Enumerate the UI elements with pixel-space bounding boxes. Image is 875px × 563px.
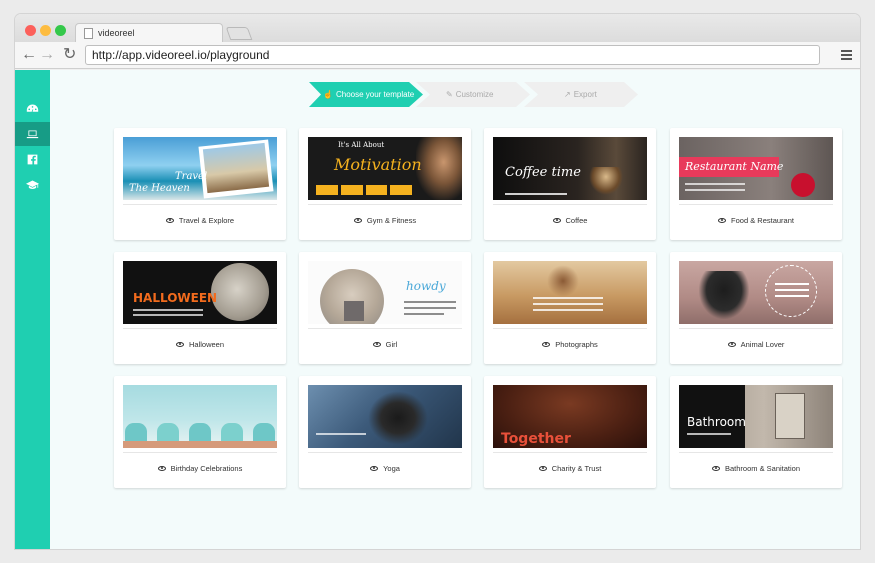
thumb-text: The Heaven	[129, 183, 190, 194]
eye-icon	[727, 341, 736, 347]
thumb-text: Together	[501, 431, 571, 447]
template-thumbnail: Coffee time	[493, 137, 647, 200]
template-label: Bathroom & Sanitation	[724, 464, 801, 473]
tab-title: videoreel	[98, 28, 135, 38]
template-card-yoga[interactable]: Yoga	[299, 376, 471, 488]
graduation-cap-icon[interactable]	[15, 172, 50, 196]
step-choose-template[interactable]: ☝ Choose your template	[309, 82, 423, 107]
step-export[interactable]: ↗ Export	[524, 82, 638, 107]
template-card-charity[interactable]: Together Charity & Trust	[484, 376, 656, 488]
eye-icon	[353, 217, 362, 223]
template-label: Girl	[385, 340, 398, 349]
template-card-birthday[interactable]: Birthday Celebrations	[114, 376, 286, 488]
template-label: Coffee	[565, 216, 588, 225]
thumb-text: Restaurant Name	[685, 160, 784, 173]
thumb-text: HALLOWEEN	[133, 291, 218, 305]
template-card-animal[interactable]: Animal Lover	[670, 252, 842, 364]
template-thumbnail	[679, 261, 833, 324]
template-label: Travel & Explore	[178, 216, 235, 225]
thumb-text: It's All About	[338, 141, 385, 149]
eye-icon	[711, 465, 720, 471]
thumb-text: Bathroom	[687, 415, 746, 429]
eye-icon	[718, 217, 727, 223]
template-label: Animal Lover	[740, 340, 785, 349]
eye-icon	[175, 341, 184, 347]
tab-bar: videoreel	[15, 14, 860, 43]
template-thumbnail: Bathroom	[679, 385, 833, 448]
template-thumbnail: Travel The Heaven	[123, 137, 277, 200]
close-window-button[interactable]	[25, 25, 36, 36]
template-label: Charity & Trust	[551, 464, 602, 473]
template-thumbnail: Restaurant Name	[679, 137, 833, 200]
app-content: ☝ Choose your template ✎ Customize ↗ Exp…	[15, 70, 860, 549]
template-thumbnail	[493, 261, 647, 324]
forward-arrow-icon[interactable]: →	[39, 46, 55, 64]
share-icon: ↗	[564, 90, 571, 99]
hand-pointer-icon: ☝	[323, 90, 333, 99]
template-thumbnail	[123, 385, 277, 448]
thumb-text: howdy	[406, 279, 446, 293]
edit-icon: ✎	[446, 90, 453, 99]
template-label: Yoga	[383, 464, 400, 473]
new-tab-button[interactable]	[225, 27, 253, 40]
laptop-icon[interactable]	[15, 122, 50, 146]
address-bar[interactable]: http://app.videoreel.io/playground	[85, 45, 820, 65]
step-customize[interactable]: ✎ Customize	[416, 82, 530, 107]
template-thumbnail: Together	[493, 385, 647, 448]
back-arrow-icon[interactable]: ←	[21, 46, 37, 64]
template-card-bathroom[interactable]: Bathroom Bathroom & Sanitation	[670, 376, 842, 488]
template-thumbnail: HALLOWEEN	[123, 261, 277, 324]
template-label: Photographs	[555, 340, 598, 349]
dashboard-icon[interactable]	[15, 96, 50, 120]
eye-icon	[552, 217, 561, 223]
sidebar	[15, 70, 50, 549]
eye-icon	[370, 465, 379, 471]
eye-icon	[542, 341, 551, 347]
eye-icon	[157, 465, 166, 471]
eye-icon	[372, 341, 381, 347]
template-thumbnail: howdy	[308, 261, 462, 324]
template-card-photographs[interactable]: Photographs	[484, 252, 656, 364]
eye-icon	[538, 465, 547, 471]
template-card-gym[interactable]: It's All About Motivation Gym & Fitness	[299, 128, 471, 240]
template-card-halloween[interactable]: HALLOWEEN Halloween	[114, 252, 286, 364]
facebook-icon[interactable]	[15, 147, 50, 171]
template-label: Gym & Fitness	[366, 216, 417, 225]
browser-window: videoreel ← → ↻ http://app.videoreel.io/…	[15, 14, 860, 549]
maximize-window-button[interactable]	[55, 25, 66, 36]
browser-toolbar: ← → ↻ http://app.videoreel.io/playground	[15, 42, 860, 69]
template-card-food[interactable]: Restaurant Name Food & Restaurant	[670, 128, 842, 240]
template-thumbnail	[308, 385, 462, 448]
minimize-window-button[interactable]	[40, 25, 51, 36]
template-label: Birthday Celebrations	[170, 464, 243, 473]
eye-icon	[165, 217, 174, 223]
reload-icon[interactable]: ↻	[63, 46, 76, 64]
browser-tab[interactable]: videoreel	[75, 23, 223, 43]
thumb-text: Coffee time	[505, 165, 581, 180]
template-card-travel[interactable]: Travel The Heaven Travel & Explore	[114, 128, 286, 240]
template-label: Halloween	[188, 340, 225, 349]
page-icon	[84, 28, 93, 39]
template-label: Food & Restaurant	[731, 216, 794, 225]
template-card-coffee[interactable]: Coffee time Coffee	[484, 128, 656, 240]
thumb-text: Travel	[175, 171, 208, 182]
menu-icon[interactable]	[841, 50, 852, 60]
template-card-girl[interactable]: howdy Girl	[299, 252, 471, 364]
thumb-text: Motivation	[334, 155, 422, 174]
template-thumbnail: It's All About Motivation	[308, 137, 462, 200]
